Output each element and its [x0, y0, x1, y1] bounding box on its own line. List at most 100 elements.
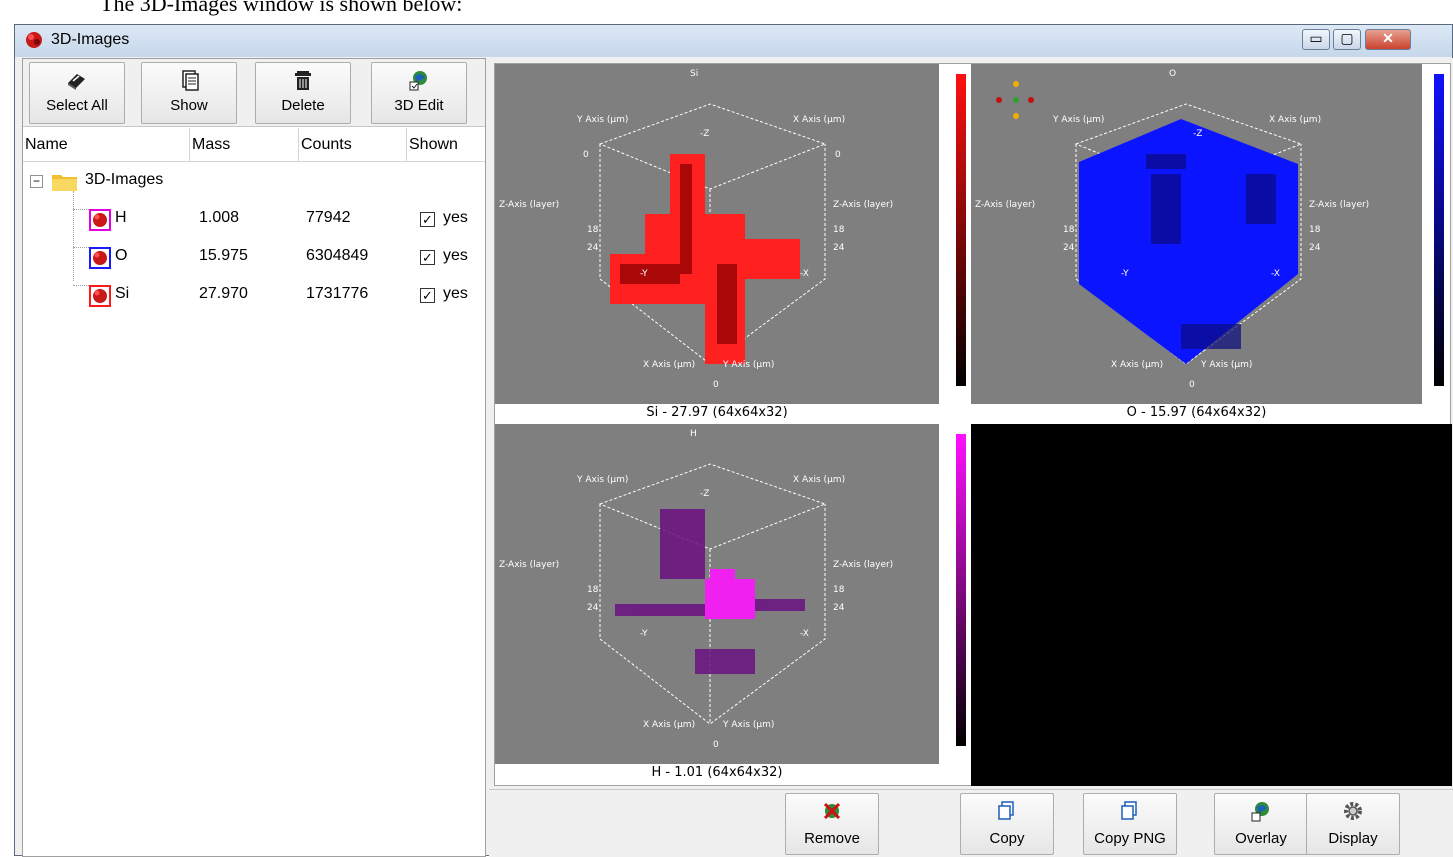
- tick-label: 18: [1309, 225, 1321, 235]
- tick-label: 0: [1189, 380, 1195, 390]
- axis-label: X Axis (μm): [643, 720, 695, 730]
- window-title: 3D-Images: [51, 31, 130, 48]
- tick-label: 24: [833, 603, 845, 613]
- axis-label: Y Axis (μm): [576, 475, 628, 485]
- display-label: Display: [1328, 830, 1378, 847]
- collapse-toggle[interactable]: −: [30, 175, 43, 188]
- element-tree: − 3D-Images H 1.008 77942 ✓ yes O 15.975…: [23, 163, 485, 856]
- tick-label: 18: [833, 585, 845, 595]
- trash-icon: [295, 71, 311, 90]
- empty-view[interactable]: [971, 424, 1452, 786]
- close-button[interactable]: ✕: [1365, 29, 1411, 50]
- maximize-button[interactable]: ▢: [1333, 29, 1361, 50]
- axis-label: Z-Axis (layer): [499, 560, 559, 570]
- eraser-icon: [68, 74, 85, 90]
- list-header: Name Mass Counts Shown: [23, 128, 485, 162]
- overlay-button[interactable]: Overlay: [1214, 793, 1308, 855]
- shown-checkbox[interactable]: ✓: [420, 212, 435, 227]
- tick-label: 18: [587, 585, 599, 595]
- title-bar[interactable]: 3D-Images ▭ ▢ ✕: [15, 25, 1452, 57]
- copy-png-label: Copy PNG: [1094, 830, 1166, 847]
- tick-label: -X: [800, 629, 809, 639]
- document-caption: The 3D-Images window is shown below:: [100, 0, 463, 16]
- si-3d-view[interactable]: Si Y Axis (μm) X Axis (μm) Z-Axis (layer…: [495, 64, 969, 404]
- h-3d-view[interactable]: H Y Axis (μm) X Axis (μm) Z-Axis (layer)…: [495, 424, 969, 764]
- axis-label: Z-Axis (layer): [833, 560, 893, 570]
- axis-label: Y Axis (μm): [722, 720, 774, 730]
- tick-label: -Y: [640, 269, 648, 279]
- axis-label: Z-Axis (layer): [499, 200, 559, 210]
- list-item[interactable]: O 15.975 6304849 ✓ yes: [23, 239, 485, 275]
- tick-label: -Y: [1121, 269, 1129, 279]
- minimize-button[interactable]: ▭: [1302, 29, 1330, 50]
- shown-label: yes: [443, 209, 468, 226]
- pages-icon: [182, 70, 199, 91]
- o-caption: O - 15.97 (64x64x32): [1126, 405, 1267, 420]
- display-button[interactable]: Display: [1306, 793, 1400, 855]
- element-counts: 1731776: [306, 285, 369, 302]
- si-caption: Si - 27.97 (64x64x32): [646, 405, 788, 420]
- tick-label: 24: [587, 243, 599, 253]
- tick-label: 18: [1063, 225, 1075, 235]
- edit-3d-button[interactable]: 3D Edit: [371, 62, 467, 124]
- tick-label: 24: [833, 243, 845, 253]
- axis-label: X Axis (μm): [793, 115, 845, 125]
- delete-button[interactable]: Delete: [255, 62, 351, 124]
- shown-label: yes: [443, 285, 468, 302]
- select-all-button[interactable]: Select All: [29, 62, 125, 124]
- copy-button[interactable]: Copy: [960, 793, 1054, 855]
- tree-root-label: 3D-Images: [85, 171, 164, 188]
- tick-label: 0: [713, 740, 719, 750]
- edit-3d-label: 3D Edit: [394, 97, 444, 114]
- o-3d-view[interactable]: O Y Axis (μm) X Axis (μm) Z-Axis (layer): [971, 64, 1452, 404]
- element-name: O: [115, 247, 128, 264]
- axis-label: X Axis (μm): [793, 475, 845, 485]
- tick-label: -Y: [640, 629, 648, 639]
- gear-icon: [1344, 802, 1362, 820]
- column-header-name[interactable]: Name: [23, 128, 190, 162]
- column-header-mass[interactable]: Mass: [190, 128, 299, 162]
- axis-label: X Axis (μm): [1111, 360, 1163, 370]
- tree-root-row[interactable]: − 3D-Images: [23, 163, 485, 199]
- axis-label: X Axis (μm): [643, 360, 695, 370]
- element-name: Si: [115, 285, 130, 302]
- shown-checkbox[interactable]: ✓: [420, 250, 435, 265]
- element-counts: 6304849: [306, 247, 369, 264]
- show-button[interactable]: Show: [141, 62, 237, 124]
- column-header-shown[interactable]: Shown: [407, 128, 487, 162]
- app-icon: [26, 32, 42, 48]
- copy-png-button[interactable]: Copy PNG: [1083, 793, 1177, 855]
- element-name: H: [115, 209, 127, 226]
- tick-label: -X: [1271, 269, 1280, 279]
- axis-label: Z-Axis (layer): [833, 200, 893, 210]
- folder-icon: [52, 175, 77, 191]
- shown-checkbox[interactable]: ✓: [420, 288, 435, 303]
- element-mass: 15.975: [199, 247, 248, 264]
- copy-label: Copy: [989, 830, 1025, 847]
- list-item[interactable]: H 1.008 77942 ✓ yes: [23, 201, 485, 237]
- axis-label: Y Axis (μm): [722, 360, 774, 370]
- tick-label: 0: [583, 150, 589, 160]
- tick-label: 24: [587, 603, 599, 613]
- image-view-pane: Si Y Axis (μm) X Axis (μm) Z-Axis (layer…: [489, 58, 1453, 857]
- h-caption: H - 1.01 (64x64x32): [651, 765, 783, 780]
- panel-title: O: [1169, 69, 1176, 79]
- remove-button[interactable]: Remove: [785, 793, 879, 855]
- element-list-pane: Select All Show Delete 3D Edit Name Mass…: [22, 58, 486, 857]
- element-mass: 27.970: [199, 285, 248, 302]
- globe-icon: [1251, 802, 1269, 822]
- element-counts: 77942: [306, 209, 351, 226]
- bottom-toolbar: Remove Copy Copy PNG Overlay Display: [489, 789, 1453, 857]
- images-3d-window: 3D-Images ▭ ▢ ✕ Select All Show Delete 3…: [14, 24, 1453, 857]
- column-header-counts[interactable]: Counts: [299, 128, 407, 162]
- tick-label: -X: [800, 269, 809, 279]
- axis-label: Y Axis (μm): [576, 115, 628, 125]
- overlay-label: Overlay: [1235, 830, 1287, 847]
- tick-label: 18: [833, 225, 845, 235]
- tick-label: 0: [713, 380, 719, 390]
- axis-label: X Axis (μm): [1269, 115, 1321, 125]
- image-grid: Si Y Axis (μm) X Axis (μm) Z-Axis (layer…: [494, 63, 1452, 786]
- axis-label: Z-Axis (layer): [975, 200, 1035, 210]
- list-item[interactable]: Si 27.970 1731776 ✓ yes: [23, 277, 485, 313]
- remove-icon: [823, 802, 841, 820]
